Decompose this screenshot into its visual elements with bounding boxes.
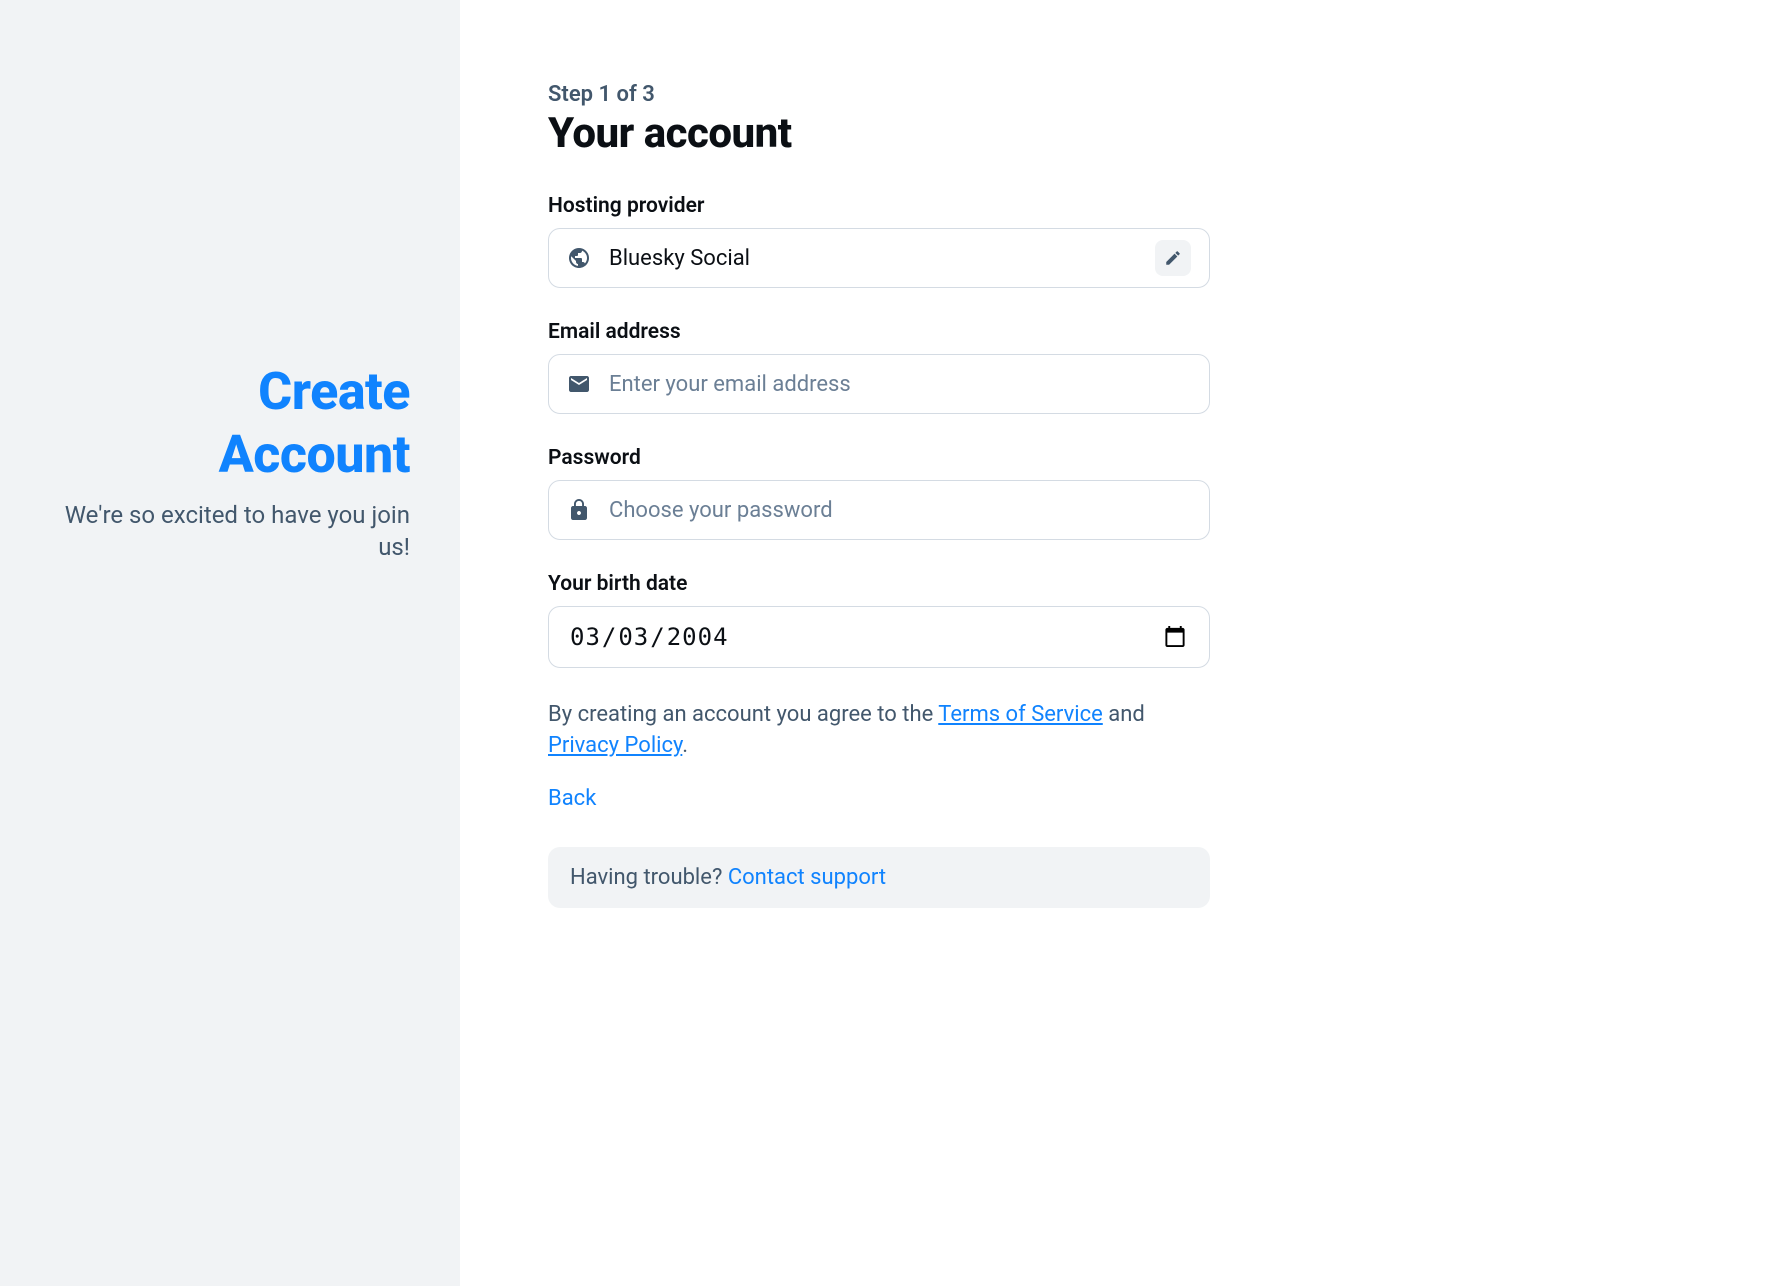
legal-text: By creating an account you agree to the … <box>548 700 1210 762</box>
birthdate-group: Your birth date <box>548 572 1210 668</box>
password-label: Password <box>548 446 1210 470</box>
birthdate-field[interactable] <box>548 606 1210 668</box>
support-prefix: Having trouble? <box>570 865 728 890</box>
contact-support-link[interactable]: Contact support <box>728 865 886 890</box>
hosting-provider-value: Bluesky Social <box>609 246 750 271</box>
privacy-policy-link[interactable]: Privacy Policy <box>548 733 682 758</box>
signup-form: Step 1 of 3 Your account Hosting provide… <box>548 82 1210 908</box>
main-panel: Step 1 of 3 Your account Hosting provide… <box>460 0 1768 1286</box>
sidebar-subtitle: We're so excited to have you join us! <box>50 499 410 564</box>
back-link[interactable]: Back <box>548 786 596 811</box>
terms-of-service-link[interactable]: Terms of Service <box>938 702 1103 727</box>
globe-icon <box>567 246 591 270</box>
legal-suffix: . <box>682 733 688 758</box>
step-indicator: Step 1 of 3 <box>548 82 1210 107</box>
password-group: Password <box>548 446 1210 540</box>
page-title: Your account <box>548 109 1210 158</box>
lock-icon <box>567 498 591 522</box>
pencil-icon <box>1164 249 1182 267</box>
envelope-icon <box>567 372 591 396</box>
legal-middle: and <box>1103 702 1145 727</box>
birthdate-label: Your birth date <box>548 572 1210 596</box>
hosting-provider-group: Hosting provider Bluesky Social <box>548 194 1210 288</box>
password-field[interactable] <box>609 498 1191 523</box>
email-field[interactable] <box>609 372 1191 397</box>
sidebar-title-line1: Create <box>258 361 410 422</box>
sidebar-title-line2: Account <box>219 424 410 485</box>
sidebar-title: Create Account <box>219 360 410 487</box>
hosting-provider-label: Hosting provider <box>548 194 1210 218</box>
hosting-provider-value-wrap: Bluesky Social <box>567 246 750 271</box>
email-group: Email address <box>548 320 1210 414</box>
edit-hosting-button[interactable] <box>1155 240 1191 276</box>
password-field-wrapper <box>548 480 1210 540</box>
hosting-provider-field: Bluesky Social <box>548 228 1210 288</box>
legal-prefix: By creating an account you agree to the <box>548 702 938 727</box>
email-label: Email address <box>548 320 1210 344</box>
support-box: Having trouble? Contact support <box>548 847 1210 908</box>
sidebar: Create Account We're so excited to have … <box>0 0 460 1286</box>
email-field-wrapper <box>548 354 1210 414</box>
